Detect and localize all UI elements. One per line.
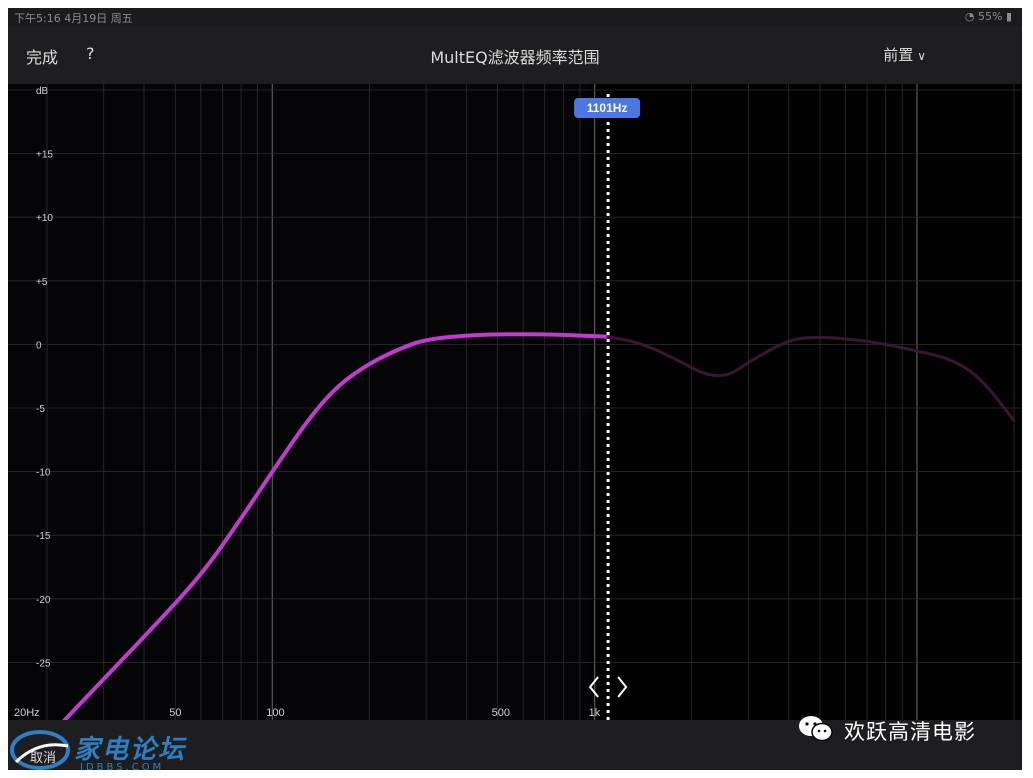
y-tick-label: +15 xyxy=(36,150,53,161)
nav-bar: 完成 ? MultEQ滤波器频率范围 前置 ∨ xyxy=(8,26,1022,84)
y-tick-label: -15 xyxy=(36,531,51,542)
preset-dropdown[interactable]: 前置 ∨ xyxy=(883,44,926,65)
preset-label: 前置 xyxy=(883,46,914,64)
site-watermark-name: 家电论坛 xyxy=(74,735,187,765)
chevron-down-icon: ∨ xyxy=(917,49,926,63)
x-tick-label: 1k xyxy=(589,707,601,719)
wechat-watermark-text: 欢跃高清电影 xyxy=(844,720,976,744)
app-window: 下午5:16 4月19日 周五 ◔ 55% ▮ 完成 ? MultEQ滤波器频率… xyxy=(8,8,1022,770)
x-tick-label: 500 xyxy=(492,707,510,719)
y-tick-label: -20 xyxy=(36,595,51,606)
inactive-region xyxy=(588,84,1022,720)
filter-response-chart: dB+15+10+50-5-10-15-20-2520Hz 50 100 500 1k … xyxy=(8,84,1022,720)
status-bar: 下午5:16 4月19日 周五 ◔ 55% ▮ xyxy=(8,8,1022,26)
y-tick-label: +10 xyxy=(36,213,53,224)
x-tick-label: 50 xyxy=(169,707,181,719)
status-time-date: 下午5:16 4月19日 周五 xyxy=(14,12,133,25)
x-tick-label: 100 xyxy=(266,707,284,719)
site-watermark-domain: JDBBS.COM xyxy=(80,762,165,770)
wechat-icon xyxy=(799,716,833,742)
page-title: MultEQ滤波器频率范围 xyxy=(430,48,600,67)
status-battery: ◔ 55% ▮ xyxy=(965,10,1012,23)
battery-icon: ▮ xyxy=(1005,10,1012,23)
y-tick-label: -10 xyxy=(36,468,51,479)
y-tick-label: +5 xyxy=(36,277,48,288)
y-tick-label: -25 xyxy=(36,658,51,669)
y-tick-label: 0 xyxy=(36,340,42,351)
y-tick-label: -5 xyxy=(36,404,45,415)
battery-percent: 55% xyxy=(977,10,1003,23)
y-tick-label: dB xyxy=(36,86,49,97)
wifi-icon: ◔ xyxy=(964,10,975,23)
cursor-frequency-label: 1101Hz xyxy=(587,101,628,115)
x-tick-label: 20Hz xyxy=(14,707,40,719)
